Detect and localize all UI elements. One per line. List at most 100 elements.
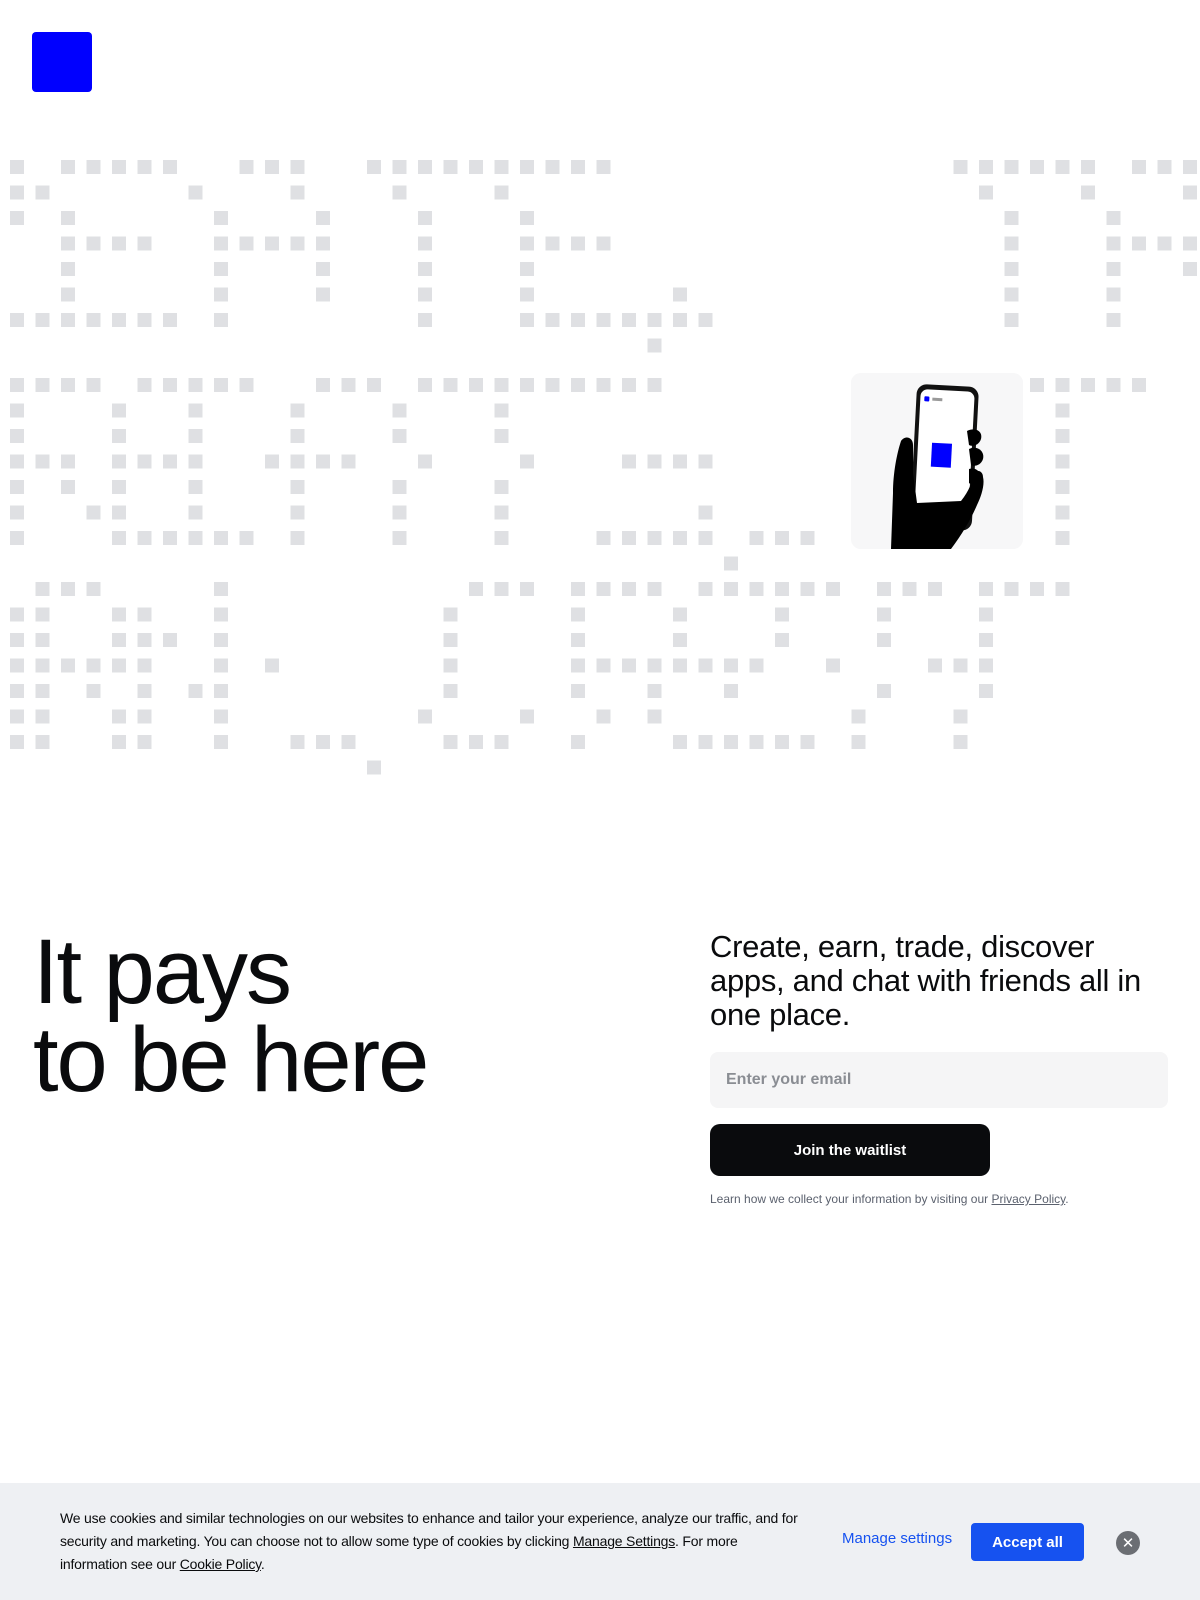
pixel-square bbox=[1106, 262, 1121, 276]
pixel-square bbox=[137, 160, 152, 174]
pixel-square bbox=[316, 236, 330, 251]
pixel-square bbox=[61, 378, 75, 392]
pixel-square bbox=[112, 454, 126, 469]
pixel-square bbox=[1132, 160, 1146, 174]
pixel-square bbox=[1004, 582, 1019, 596]
pixel-square bbox=[469, 378, 483, 392]
pixel-square bbox=[86, 160, 101, 174]
pixel-square bbox=[520, 709, 534, 724]
pixel-square bbox=[316, 262, 330, 276]
pixel-square bbox=[520, 160, 534, 174]
join-waitlist-button[interactable]: Join the waitlist bbox=[710, 1124, 990, 1176]
pixel-square bbox=[112, 429, 126, 443]
pixel-square bbox=[1055, 531, 1070, 545]
pixel-square bbox=[163, 633, 177, 647]
pixel-square bbox=[86, 313, 101, 327]
pixel-square bbox=[1106, 211, 1121, 225]
pixel-square bbox=[545, 378, 560, 392]
pixel-square bbox=[571, 658, 585, 673]
pixel-square bbox=[698, 658, 713, 673]
pixel-square bbox=[188, 454, 203, 469]
pixel-square bbox=[112, 160, 126, 174]
pixel-square bbox=[341, 378, 356, 392]
pixel-square bbox=[673, 735, 687, 749]
pixel-square bbox=[494, 378, 509, 392]
pixel-square bbox=[469, 582, 483, 596]
pixel-square bbox=[163, 531, 177, 545]
pixel-square bbox=[214, 684, 228, 698]
pixel-square bbox=[392, 429, 407, 443]
pixel-square bbox=[214, 211, 228, 225]
pixel-square bbox=[953, 735, 968, 749]
pixel-square bbox=[137, 684, 152, 698]
pixel-square bbox=[979, 684, 993, 698]
pixel-square bbox=[443, 378, 458, 392]
pixel-square bbox=[571, 313, 585, 327]
cookie-policy-link[interactable]: Cookie Policy bbox=[180, 1556, 261, 1572]
pixel-square bbox=[392, 531, 407, 545]
brand-logo[interactable] bbox=[32, 32, 92, 92]
pixel-square bbox=[673, 313, 687, 327]
pixel-square bbox=[392, 185, 407, 200]
pixel-square bbox=[1081, 160, 1095, 174]
headline-line-2: to be here bbox=[33, 1009, 429, 1111]
pixel-square bbox=[1004, 160, 1019, 174]
pixel-square bbox=[35, 185, 50, 200]
privacy-suffix: . bbox=[1065, 1192, 1069, 1206]
pixel-square bbox=[137, 658, 152, 673]
pixel-square bbox=[571, 236, 585, 251]
pixel-square bbox=[188, 480, 203, 494]
pixel-square bbox=[392, 505, 407, 520]
pixel-square bbox=[239, 236, 254, 251]
pixel-square bbox=[137, 313, 152, 327]
pixel-square bbox=[61, 480, 75, 494]
pixel-square bbox=[928, 658, 942, 673]
pixel-square bbox=[1106, 236, 1121, 251]
pixel-square bbox=[622, 658, 636, 673]
privacy-policy-link[interactable]: Privacy Policy bbox=[991, 1192, 1065, 1206]
manage-settings-button[interactable]: Manage settings bbox=[842, 1530, 952, 1547]
pixel-square bbox=[10, 709, 24, 724]
close-icon[interactable]: ✕ bbox=[1116, 1531, 1140, 1555]
pixel-square bbox=[953, 160, 968, 174]
pixel-square bbox=[1055, 454, 1070, 469]
pixel-square bbox=[800, 582, 815, 596]
pixel-square bbox=[596, 658, 611, 673]
pixel-square bbox=[979, 185, 993, 200]
pixel-square bbox=[392, 480, 407, 494]
pixel-square bbox=[1183, 160, 1197, 174]
pixel-square bbox=[494, 531, 509, 545]
pixel-square bbox=[494, 735, 509, 749]
pixel-square bbox=[647, 582, 662, 596]
accept-all-button[interactable]: Accept all bbox=[971, 1523, 1084, 1561]
pixel-square bbox=[61, 236, 75, 251]
email-input[interactable] bbox=[710, 1052, 1168, 1108]
pixel-square bbox=[622, 313, 636, 327]
pixel-square bbox=[596, 160, 611, 174]
pixel-square bbox=[979, 160, 993, 174]
pixel-square bbox=[35, 607, 50, 622]
pixel-square bbox=[418, 709, 432, 724]
pixel-square bbox=[10, 684, 24, 698]
pixel-square bbox=[290, 160, 305, 174]
pixel-square bbox=[61, 211, 75, 225]
manage-settings-inline-link[interactable]: Manage Settings bbox=[573, 1533, 675, 1549]
pixel-square bbox=[316, 454, 330, 469]
pixel-square bbox=[698, 531, 713, 545]
pixel-square bbox=[418, 211, 432, 225]
pixel-square bbox=[214, 262, 228, 276]
pixel-square bbox=[775, 633, 789, 647]
pixel-square bbox=[10, 633, 24, 647]
pixel-square bbox=[1030, 160, 1044, 174]
pixel-square bbox=[1030, 582, 1044, 596]
pixel-square bbox=[290, 480, 305, 494]
privacy-prefix: Learn how we collect your information by… bbox=[710, 1192, 992, 1206]
pixel-square bbox=[214, 709, 228, 724]
pixel-square bbox=[214, 582, 228, 596]
pixel-square bbox=[341, 454, 356, 469]
pixel-square bbox=[979, 633, 993, 647]
phone-illustration-card bbox=[851, 373, 1023, 549]
pixel-square bbox=[1132, 236, 1146, 251]
pixel-square bbox=[520, 378, 534, 392]
pixel-square bbox=[86, 236, 101, 251]
